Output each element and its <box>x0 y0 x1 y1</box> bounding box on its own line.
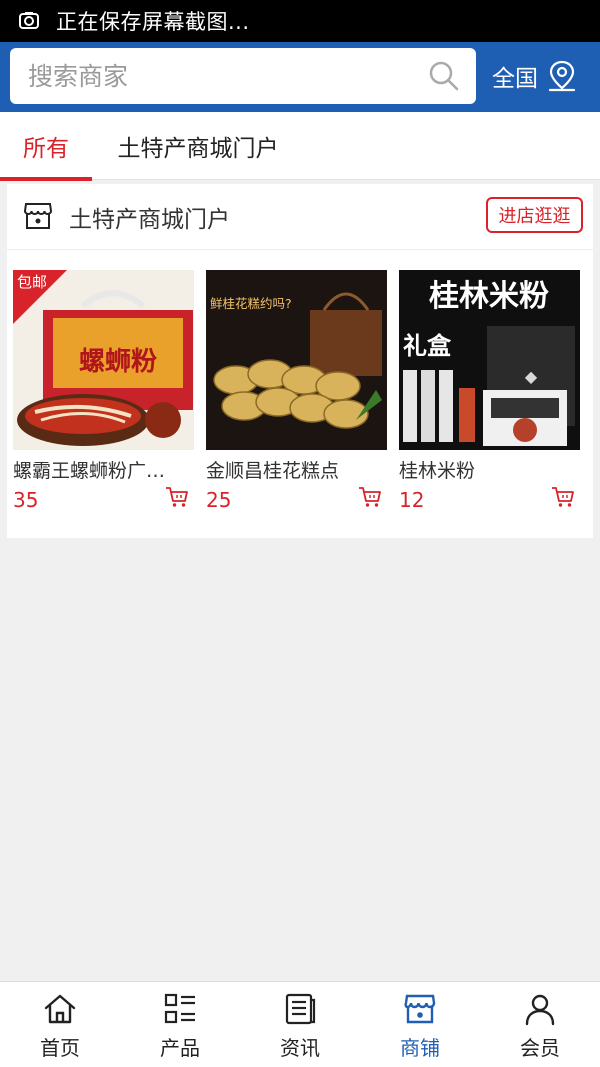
region-selector[interactable]: 全国 <box>492 56 578 96</box>
shop-card: 土特产商城门户 进店逛逛 螺蛳粉 包邮 螺霸王螺蛳粉广告宣传 35 <box>7 184 593 538</box>
status-text: 正在保存屏幕截图... <box>56 10 250 34</box>
nav-label: 商铺 <box>400 1036 440 1060</box>
add-to-cart-icon[interactable] <box>551 486 575 508</box>
tab-local-specialty-portal[interactable]: 土特产商城门户 <box>92 112 304 180</box>
product-image-text: 桂林米粉 <box>429 279 549 314</box>
shop-header: 土特产商城门户 进店逛逛 <box>7 184 593 250</box>
free-shipping-badge: 包邮 <box>17 273 47 291</box>
nav-stores[interactable]: 商铺 <box>360 982 480 1067</box>
product-image-text: 鲜桂花糕约吗? <box>210 296 292 311</box>
product-name: 金顺昌桂花糕点 <box>206 460 340 482</box>
screenshot-icon <box>19 12 39 29</box>
nav-home[interactable]: 首页 <box>0 982 120 1067</box>
location-pin-icon <box>548 60 576 92</box>
nav-products[interactable]: 产品 <box>120 982 240 1067</box>
status-bar: 正在保存屏幕截图... <box>0 0 600 42</box>
product-card[interactable]: 螺蛳粉 包邮 螺霸王螺蛳粉广告宣传 35 <box>13 270 194 512</box>
svg-text:◆: ◆ <box>525 367 538 386</box>
shop-name: 土特产商城门户 <box>69 207 230 233</box>
product-image-osmanthus-cake[interactable]: 鲜桂花糕约吗? <box>206 270 387 450</box>
product-image-guilin-rice-noodle[interactable]: 桂林米粉 礼盒 ◆ <box>399 270 580 450</box>
nav-label: 产品 <box>160 1036 200 1060</box>
enter-shop-button[interactable]: 进店逛逛 <box>486 197 583 233</box>
add-to-cart-icon[interactable] <box>165 486 189 508</box>
add-to-cart-icon[interactable] <box>358 486 382 508</box>
home-icon <box>44 994 76 1024</box>
news-icon <box>285 993 316 1025</box>
store-icon <box>404 994 436 1024</box>
category-tabs: 所有 土特产商城门户 <box>0 112 600 181</box>
search-icon[interactable] <box>428 60 460 92</box>
user-icon <box>525 994 555 1026</box>
product-image-subtext: 礼盒 <box>403 332 452 360</box>
region-label: 全国 <box>492 66 538 92</box>
product-name: 桂林米粉 <box>399 460 476 482</box>
nav-news[interactable]: 资讯 <box>240 982 360 1067</box>
nav-label: 首页 <box>40 1036 80 1060</box>
search-box[interactable] <box>10 48 476 104</box>
product-card[interactable]: 鲜桂花糕约吗? 金顺昌桂花糕点 25 <box>206 270 387 512</box>
product-name: 螺霸王螺蛳粉广告宣传 <box>13 460 183 482</box>
grid-list-icon <box>164 993 195 1024</box>
nav-label: 会员 <box>520 1036 560 1060</box>
bottom-nav: 首页 产品 资讯 商铺 会员 <box>0 981 600 1067</box>
nav-label: 资讯 <box>280 1036 320 1060</box>
top-bar: 全国 <box>0 42 600 112</box>
tab-all[interactable]: 所有 <box>0 112 92 181</box>
product-image-text: 螺蛳粉 <box>79 347 157 377</box>
search-input[interactable] <box>28 61 408 91</box>
product-image-luosifen[interactable]: 螺蛳粉 包邮 <box>13 270 194 450</box>
nav-member[interactable]: 会员 <box>480 982 600 1067</box>
store-icon <box>23 203 53 229</box>
product-card[interactable]: 桂林米粉 礼盒 ◆ 桂林米粉 12 <box>399 270 580 512</box>
